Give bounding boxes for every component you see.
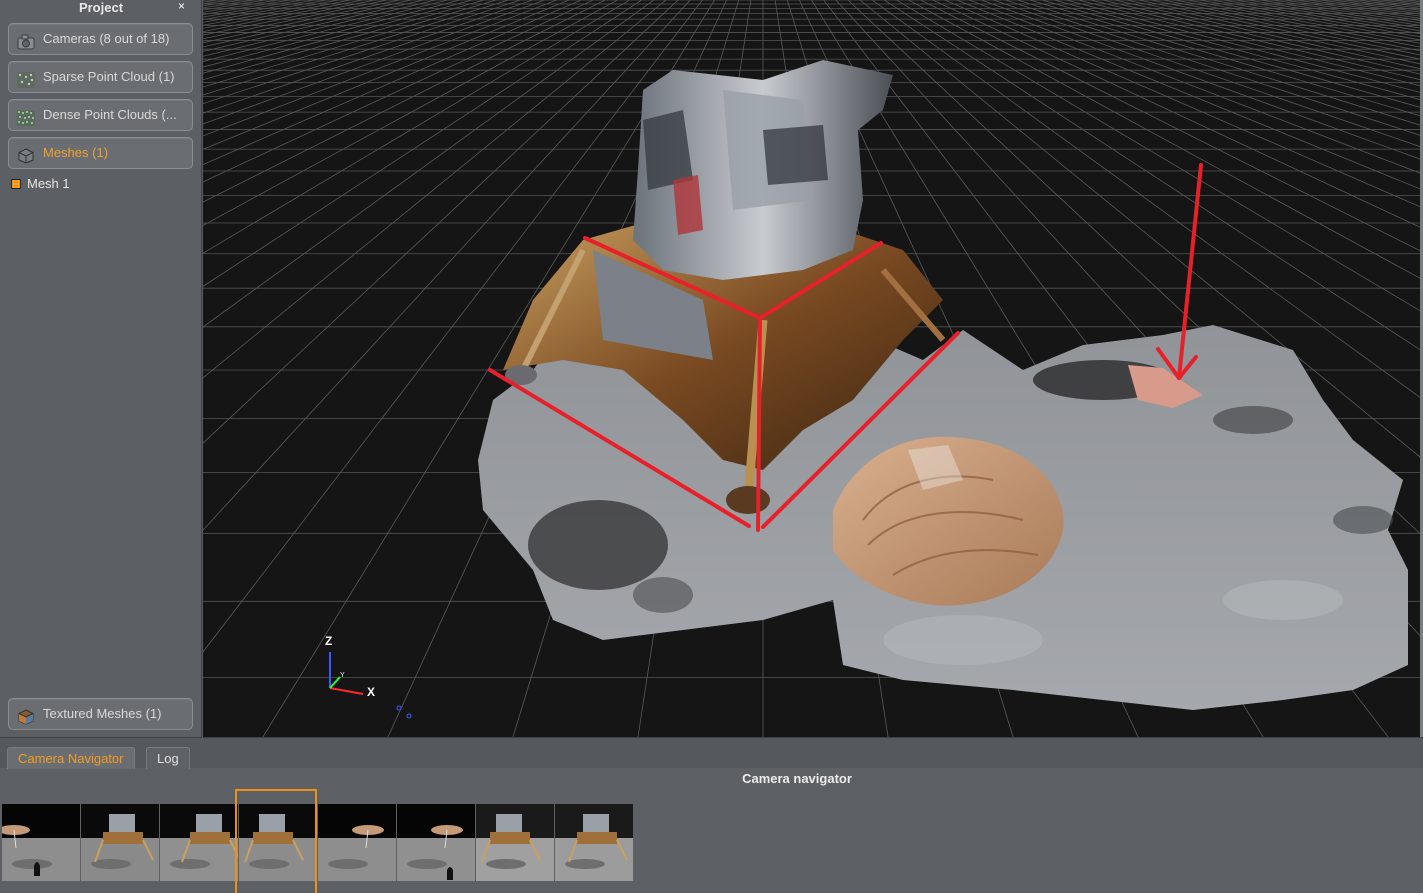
project-panel: Project × Cameras (8 out of 18) Sparse P… [0,0,202,737]
app-window: Project × Cameras (8 out of 18) Sparse P… [0,0,1423,893]
axis-label-x: X [367,685,375,699]
textured-meshes-button[interactable]: Textured Meshes (1) [8,698,193,730]
camera-navigator-title: Camera navigator [742,771,852,786]
camera-icon [17,31,35,50]
sparse-point-cloud-icon [17,69,35,88]
tree-item-mesh-1[interactable]: Mesh 1 [11,176,70,192]
meshes-button-label: Meshes (1) [43,145,109,160]
axis-gizmo: Z Y X [325,634,412,719]
close-icon[interactable]: × [178,0,185,12]
camera-thumbnail[interactable] [81,804,159,881]
project-panel-title: Project [78,0,124,15]
textured-meshes-button-label: Textured Meshes (1) [43,706,162,721]
cameras-button-label: Cameras (8 out of 18) [43,31,170,46]
dense-point-clouds-button[interactable]: Dense Point Clouds (... [8,99,193,131]
axis-label-y: Y [340,672,345,679]
camera-thumbnail[interactable] [160,804,238,881]
meshes-button[interactable]: Meshes (1) [8,137,193,169]
sparse-point-cloud-button[interactable]: Sparse Point Cloud (1) [8,61,193,93]
mesh-icon [17,145,35,164]
cameras-button[interactable]: Cameras (8 out of 18) [8,23,193,55]
camera-thumbnail[interactable] [239,804,317,881]
camera-thumbnail[interactable] [555,804,633,881]
axis-label-z: Z [325,634,332,648]
dense-point-cloud-icon [17,107,35,126]
camera-thumbnail[interactable] [397,804,475,881]
camera-thumbnail[interactable] [318,804,396,881]
camera-thumbnail[interactable] [476,804,554,881]
tree-item-label: Mesh 1 [27,176,70,191]
camera-thumbnail[interactable] [2,804,80,881]
mesh-color-swatch [11,179,21,189]
viewport-canvas[interactable]: Z Y X [203,0,1420,737]
bottom-panel: Camera Navigator Log Camera navigator [0,737,1423,893]
sparse-point-cloud-button-label: Sparse Point Cloud (1) [43,69,175,84]
camera-thumbnail-strip [2,804,633,881]
dense-point-clouds-button-label: Dense Point Clouds (... [43,107,177,122]
3d-viewport[interactable]: Z Y X [203,0,1420,737]
textured-mesh-icon [17,706,35,725]
